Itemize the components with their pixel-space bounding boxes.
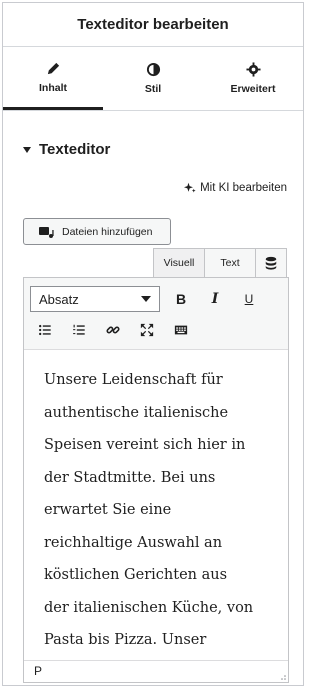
link-button[interactable]	[102, 319, 124, 341]
database-button[interactable]	[255, 248, 287, 278]
numbered-list-button[interactable]	[68, 319, 90, 341]
ai-edit-label: Mit KI bearbeiten	[200, 182, 287, 194]
content-line: reichhaltige Auswahl an	[44, 534, 223, 551]
editor-mode-tabs: Visuell Text	[153, 248, 287, 278]
bold-button[interactable]: B	[170, 288, 192, 310]
content-line: Pasta bis Pizza. Unser	[44, 632, 207, 648]
add-media-button[interactable]: Dateien hinzufügen	[23, 218, 171, 245]
panel-tabs: Inhalt Stil Erweitert	[3, 47, 303, 111]
tab-visual[interactable]: Visuell	[153, 248, 205, 278]
content-line: der italienischen Küche, von	[44, 599, 254, 616]
tab-erweitert-label: Erweitert	[230, 83, 276, 95]
contrast-icon	[146, 62, 160, 77]
content-line: Unsere Leidenschaft für	[44, 372, 223, 388]
tab-stil[interactable]: Stil	[103, 47, 203, 110]
panel-title: Texteditor bearbeiten	[3, 3, 303, 47]
format-select[interactable]: Absatz	[30, 286, 160, 312]
link-icon	[106, 326, 120, 334]
tab-inhalt[interactable]: Inhalt	[3, 47, 103, 110]
content-line: Speisen vereint sich hier in	[44, 437, 246, 453]
section-title: Texteditor	[39, 141, 111, 158]
ai-edit-link[interactable]: Mit KI bearbeiten	[3, 182, 303, 194]
content-line: erwartet Sie eine	[44, 502, 172, 518]
database-icon	[265, 256, 277, 270]
resize-handle-icon[interactable]	[278, 672, 286, 680]
editor-toolbar: Absatz B I U	[24, 278, 288, 350]
add-media-label: Dateien hinzufügen	[62, 225, 153, 238]
content-line: der Stadtmitte. Bei uns	[44, 469, 216, 486]
keyboard-icon	[174, 325, 188, 335]
toolbar-toggle-button[interactable]	[170, 319, 192, 341]
underline-button[interactable]: U	[238, 288, 260, 310]
section-toggle[interactable]: Texteditor	[3, 141, 303, 158]
tab-text[interactable]: Text	[204, 248, 256, 278]
format-select-value: Absatz	[39, 291, 79, 307]
fullscreen-icon	[140, 323, 154, 337]
numbered-list-icon	[73, 324, 85, 335]
bullet-list-button[interactable]	[34, 319, 56, 341]
gear-icon	[245, 62, 261, 77]
chevron-down-icon	[141, 296, 151, 302]
bullet-list-icon	[39, 324, 51, 336]
pencil-icon	[47, 62, 59, 74]
content-line: authentische italienische	[44, 404, 229, 421]
tab-erweitert[interactable]: Erweitert	[203, 47, 303, 110]
editor-panel: Texteditor bearbeiten Inhalt Stil Erweit…	[2, 2, 304, 686]
text-editor[interactable]: Absatz B I U Unsere Leidenschaft für aut…	[23, 277, 289, 683]
sparkle-icon	[184, 182, 196, 193]
element-path: P	[24, 660, 288, 682]
fullscreen-button[interactable]	[136, 319, 158, 341]
caret-down-icon	[23, 146, 31, 153]
content-line: köstlichen Gerichten aus	[44, 567, 228, 583]
editor-content[interactable]: Unsere Leidenschaft für authentische ita…	[44, 364, 274, 657]
italic-button[interactable]: I	[204, 288, 226, 310]
tab-stil-label: Stil	[144, 83, 162, 95]
tab-inhalt-label: Inhalt	[39, 81, 67, 94]
media-icon	[39, 226, 54, 238]
